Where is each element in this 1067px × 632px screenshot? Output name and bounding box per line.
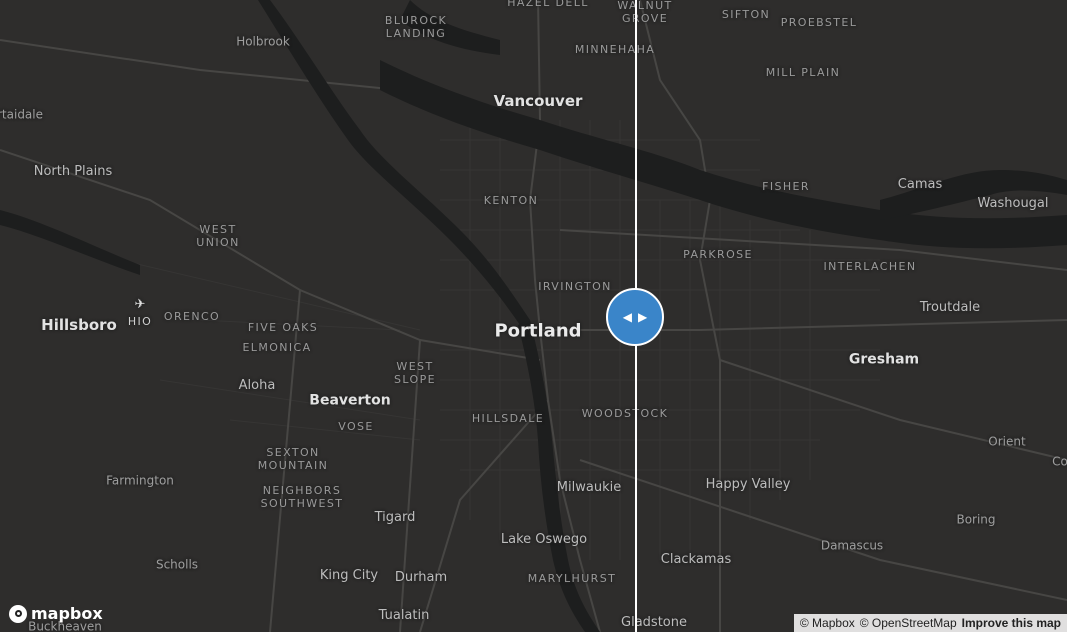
label-walnut-grove-line2: GROVE: [621, 12, 669, 26]
label-proebstel: PROEBSTEL: [780, 16, 858, 30]
label-neighbors-line2: SOUTHWEST: [260, 497, 344, 511]
label-happy-valley: Happy Valley: [705, 477, 791, 493]
attribution-bar: © Mapbox © OpenStreetMap Improve this ma…: [793, 614, 1067, 632]
label-co: Co: [1052, 454, 1067, 469]
label-fisher: FISHER: [762, 180, 810, 194]
label-lake-oswego: Lake Oswego: [500, 532, 588, 548]
label-sexton-line2: MOUNTAIN: [257, 459, 329, 473]
label-elmonica: ELMONICA: [242, 341, 312, 355]
label-walnut-grove-line1: WALNUT: [617, 0, 673, 13]
label-troutdale: Troutdale: [919, 300, 981, 316]
label-rtaidale: rtaidale: [0, 107, 44, 122]
label-damascus: Damascus: [820, 538, 884, 553]
improve-map-link[interactable]: Improve this map: [962, 616, 1061, 630]
label-irvington: IRVINGTON: [538, 280, 612, 294]
mapbox-logo-icon: [9, 604, 27, 623]
label-gladstone: Gladstone: [621, 615, 687, 631]
label-orient: Orient: [988, 434, 1026, 449]
arrow-right-icon: ▶: [638, 310, 648, 324]
arrow-left-icon: ◀: [622, 310, 632, 324]
label-west-union-line1: WEST: [199, 223, 237, 237]
label-minnehaha: MINNEHAHA: [574, 43, 656, 57]
label-interlachen: INTERLACHEN: [823, 260, 917, 274]
label-hazel-dell: HAZEL DELL: [507, 0, 589, 10]
label-holbrook: Holbrook: [236, 34, 290, 49]
label-durham: Durham: [394, 570, 448, 586]
label-west-slope-line1: WEST: [396, 360, 434, 374]
label-five-oaks: FIVE OAKS: [247, 321, 319, 335]
label-aloha: Aloha: [238, 378, 276, 394]
label-mill-plain: MILL PLAIN: [765, 66, 841, 80]
compare-swipe-handle[interactable]: ◀ ▶: [606, 288, 664, 346]
label-portland: Portland: [494, 320, 582, 342]
label-tigard: Tigard: [374, 510, 416, 526]
label-north-plains: North Plains: [33, 164, 113, 180]
label-scholls: Scholls: [155, 557, 199, 572]
label-woodstock: WOODSTOCK: [581, 407, 669, 421]
label-hio: HIO: [127, 315, 153, 329]
label-orenco: ORENCO: [163, 310, 221, 324]
label-west-slope-line2: SLOPE: [394, 373, 436, 387]
airport-icon: ✈: [134, 297, 146, 313]
mapbox-logo-text: mapbox: [31, 604, 103, 623]
label-vancouver: Vancouver: [493, 92, 583, 111]
label-clackamas: Clackamas: [660, 552, 732, 568]
label-sifton: SIFTON: [721, 8, 771, 22]
attribution-mapbox-link[interactable]: © Mapbox: [800, 616, 855, 630]
label-boring: Boring: [956, 512, 996, 527]
label-neighbors-line1: NEIGHBORS: [262, 484, 342, 498]
label-tualatin: Tualatin: [378, 608, 430, 624]
label-marylhurst: MARYLHURST: [527, 572, 617, 586]
label-hillsboro: Hillsboro: [41, 316, 117, 335]
label-west-union-line2: UNION: [196, 236, 240, 250]
label-milwaukie: Milwaukie: [556, 480, 622, 496]
label-hillsdale: HILLSDALE: [471, 412, 545, 426]
label-kenton: KENTON: [483, 194, 539, 208]
label-sexton-line1: SEXTON: [266, 446, 320, 460]
label-camas: Camas: [897, 177, 943, 193]
mapbox-logo[interactable]: mapbox: [9, 604, 103, 623]
map-canvas[interactable]: HAZEL DELL WALNUT GROVE SIFTON PROEBSTEL…: [0, 0, 1067, 632]
label-vose: VOSE: [338, 420, 374, 434]
label-beaverton: Beaverton: [309, 392, 391, 409]
label-washougal: Washougal: [977, 196, 1049, 212]
label-gresham: Gresham: [848, 351, 920, 368]
label-farmington: Farmington: [106, 473, 174, 488]
label-blurock-line2: LANDING: [385, 27, 447, 41]
label-parkrose: PARKROSE: [683, 248, 753, 262]
label-blurock-line1: BLUROCK: [384, 14, 448, 28]
attribution-osm-link[interactable]: © OpenStreetMap: [860, 616, 957, 630]
label-king-city: King City: [319, 568, 379, 584]
